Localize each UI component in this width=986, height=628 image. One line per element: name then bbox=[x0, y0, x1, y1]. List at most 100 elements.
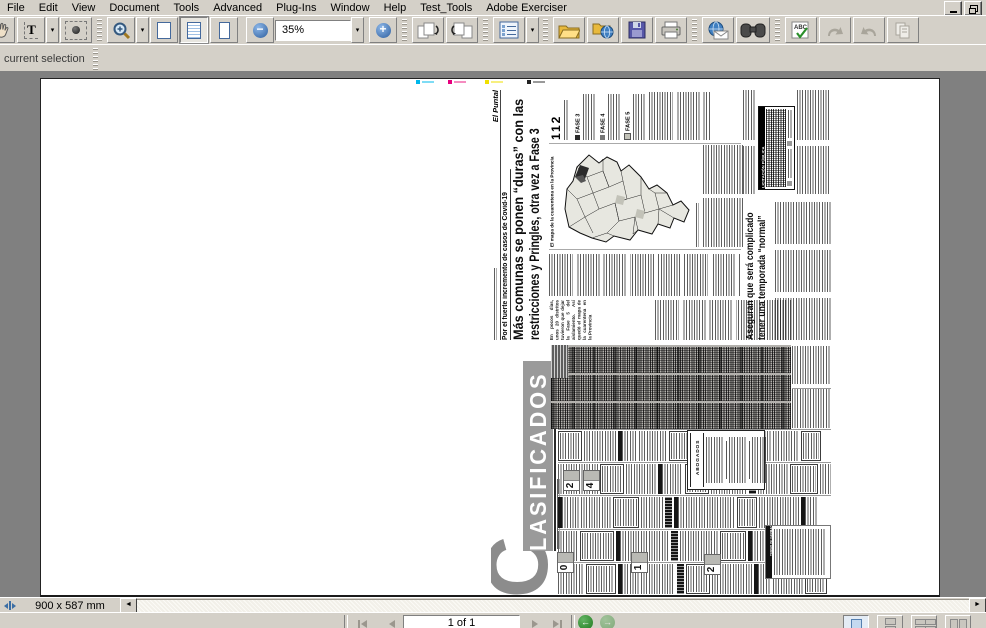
email-button[interactable] bbox=[702, 17, 734, 43]
spellcheck-icon: ABC bbox=[791, 21, 811, 40]
hand-tool-button[interactable] bbox=[0, 17, 15, 43]
classified-ad-block bbox=[677, 564, 684, 594]
open-web-page-button[interactable] bbox=[587, 17, 619, 43]
menu-document[interactable]: Document bbox=[102, 1, 166, 15]
classified-ad-block bbox=[820, 464, 831, 494]
classified-ad-block bbox=[600, 464, 624, 494]
classified-ad-block bbox=[658, 464, 683, 494]
open-folder-icon bbox=[558, 22, 580, 39]
selection-toolbar: current selection bbox=[0, 44, 986, 73]
fit-page-button[interactable] bbox=[180, 17, 208, 43]
pdf-page-canvas[interactable]: C LASIFICADOS 2 4 0 1 2 bbox=[40, 78, 940, 597]
ad-photo-thumbnail: 1 bbox=[631, 552, 648, 573]
lead-paragraph: En pocos días, unos 20 distritos tuviero… bbox=[549, 300, 601, 340]
document-area[interactable]: C LASIFICADOS 2 4 0 1 2 bbox=[0, 71, 986, 597]
horizontal-scrollbar-track[interactable] bbox=[137, 599, 969, 613]
facing-view-button[interactable] bbox=[911, 615, 937, 628]
restore-button[interactable] bbox=[964, 1, 982, 16]
menu-adobe-exerciser[interactable]: Adobe Exerciser bbox=[479, 1, 574, 15]
printer-icon bbox=[660, 21, 682, 39]
continuous-view-button[interactable] bbox=[877, 615, 903, 628]
fit-width-button[interactable] bbox=[210, 17, 238, 43]
toolbar-grip[interactable] bbox=[543, 19, 548, 41]
zoom-tool-caret[interactable]: ▾ bbox=[136, 17, 149, 43]
menu-help[interactable]: Help bbox=[377, 1, 414, 15]
legal-notice-header: LICITACIÓN PÚBLICA bbox=[761, 147, 765, 189]
actual-size-button[interactable] bbox=[150, 17, 178, 43]
navigation-toolbar: 1 of 1 ← → bbox=[0, 612, 986, 628]
classified-ad-block bbox=[581, 497, 611, 527]
main-toolbar: T ▾ ▾ − 35% ▾ + bbox=[0, 15, 986, 45]
rotate-clockwise-button[interactable] bbox=[412, 17, 444, 43]
rotate-counterclockwise-button[interactable] bbox=[446, 17, 478, 43]
toolbar-separator bbox=[571, 615, 575, 628]
menu-advanced[interactable]: Advanced bbox=[206, 1, 269, 15]
snapshot-tool-button[interactable] bbox=[60, 17, 92, 43]
menu-window[interactable]: Window bbox=[323, 1, 376, 15]
toolbar-grip[interactable] bbox=[483, 19, 488, 41]
ad-photo-thumbnail: 2 bbox=[704, 554, 721, 575]
redo-button[interactable] bbox=[853, 17, 885, 43]
current-selection-dropdown[interactable]: current selection bbox=[0, 53, 89, 65]
province-map bbox=[563, 149, 691, 247]
next-page-button[interactable] bbox=[524, 615, 546, 628]
scroll-left-button[interactable]: ◄ bbox=[120, 598, 137, 613]
zoom-in-tool-button[interactable] bbox=[107, 17, 135, 43]
classified-ad-block bbox=[586, 564, 616, 594]
classified-ad-block bbox=[584, 431, 616, 461]
search-button[interactable] bbox=[736, 17, 770, 43]
zoom-level-input[interactable]: 35% bbox=[275, 20, 351, 41]
previous-page-button[interactable] bbox=[381, 615, 403, 628]
previous-view-button[interactable]: ← bbox=[578, 615, 593, 628]
last-page-button[interactable] bbox=[546, 615, 568, 628]
menu-plugins[interactable]: Plug-Ins bbox=[269, 1, 323, 15]
undo-icon bbox=[824, 22, 846, 38]
print-button[interactable] bbox=[655, 17, 687, 43]
toolbar-grip[interactable] bbox=[97, 19, 102, 41]
open-button[interactable] bbox=[553, 17, 585, 43]
select-text-tool-caret[interactable]: ▾ bbox=[46, 17, 59, 43]
classified-ad-block bbox=[699, 497, 735, 527]
next-view-button[interactable]: → bbox=[600, 615, 615, 628]
classified-ad-block bbox=[558, 497, 579, 527]
menu-tools[interactable]: Tools bbox=[167, 1, 207, 15]
menu-edit[interactable]: Edit bbox=[32, 1, 65, 15]
save-button[interactable] bbox=[621, 17, 653, 43]
toolbar-grip[interactable] bbox=[402, 19, 407, 41]
select-text-tool-button[interactable]: T bbox=[17, 17, 45, 43]
copy-button[interactable] bbox=[887, 17, 919, 43]
zoom-out-button[interactable]: − bbox=[246, 17, 274, 43]
binoculars-icon bbox=[740, 22, 766, 38]
spellcheck-button[interactable]: ABC bbox=[785, 17, 817, 43]
toolbar-grip[interactable] bbox=[775, 19, 780, 41]
options-list-caret[interactable]: ▾ bbox=[526, 17, 539, 43]
classified-ad-block bbox=[737, 497, 757, 527]
continuous-facing-icon bbox=[950, 619, 967, 628]
scroll-right-button[interactable]: ► bbox=[969, 598, 986, 613]
zoom-in-button[interactable]: + bbox=[369, 17, 397, 43]
acrobat-window: File Edit View Document Tools Advanced P… bbox=[0, 0, 986, 628]
continuous-facing-view-button[interactable] bbox=[945, 615, 971, 628]
toolbar-grip[interactable] bbox=[93, 48, 98, 70]
zoom-level-caret[interactable]: ▾ bbox=[351, 17, 364, 43]
subheadline-line1: Aseguran que será complicado bbox=[745, 220, 757, 340]
rotate-clockwise-icon bbox=[416, 21, 440, 40]
classified-ad-block bbox=[613, 497, 639, 527]
menu-view[interactable]: View bbox=[65, 1, 103, 15]
menu-file[interactable]: File bbox=[0, 1, 32, 15]
menu-test-tools[interactable]: Test_Tools bbox=[413, 1, 479, 15]
legend-item: FASE 4 bbox=[599, 114, 606, 133]
actual-size-icon bbox=[157, 22, 171, 39]
body-column bbox=[743, 146, 755, 194]
first-page-button[interactable] bbox=[351, 615, 373, 628]
toolbar-grip[interactable] bbox=[692, 19, 697, 41]
select-text-icon: T bbox=[24, 22, 38, 39]
single-page-view-button[interactable] bbox=[843, 615, 869, 628]
minimize-button[interactable] bbox=[944, 1, 962, 16]
options-list-button[interactable] bbox=[493, 17, 525, 43]
undo-button[interactable] bbox=[819, 17, 851, 43]
page-indicator-input[interactable]: 1 of 1 bbox=[403, 615, 520, 628]
pane-splitter-icon[interactable] bbox=[4, 601, 16, 610]
copy-icon bbox=[894, 21, 912, 39]
zoom-level-value: 35% bbox=[282, 24, 304, 36]
